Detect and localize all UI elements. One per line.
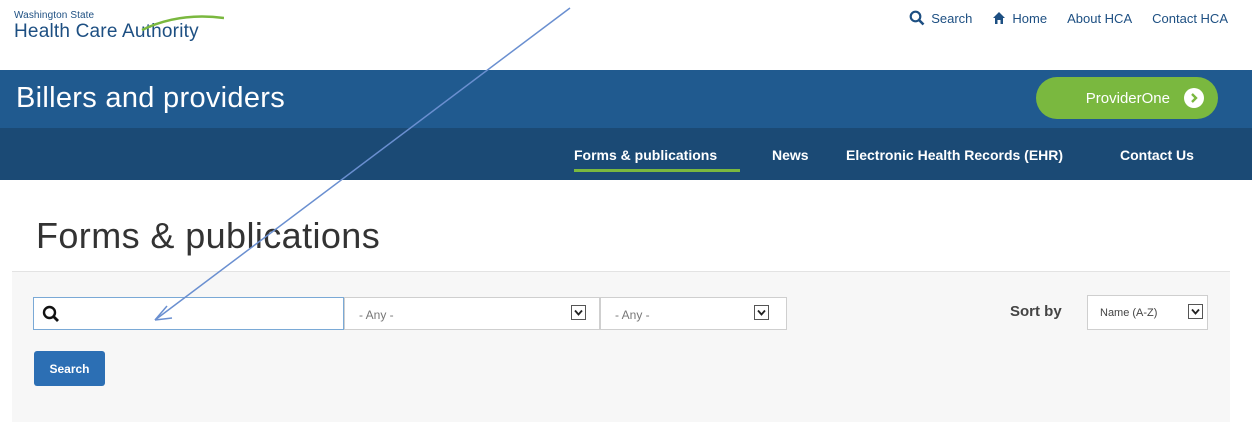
top-bar: Washington State Health Care Authority S… [0,0,1252,70]
nav-news[interactable]: News [772,147,809,163]
utility-about-link[interactable]: About HCA [1067,11,1132,26]
main-nav: Forms & publications News Electronic Hea… [0,128,1252,180]
home-icon [993,12,1006,24]
filter-panel: - Any - - Any - Sort by Name (A-Z) Searc… [12,271,1230,422]
section-header: Billers and providers ProviderOne [0,70,1252,128]
nav-contact-us[interactable]: Contact Us [1120,147,1194,163]
providerone-button[interactable]: ProviderOne [1036,77,1218,119]
utility-search-label: Search [931,10,973,26]
filter-select-2-value: - Any - [615,308,650,322]
utility-nav: Search Home About HCA Contact HCA [889,8,1228,28]
nav-ehr[interactable]: Electronic Health Records (EHR) [846,147,1063,163]
logo-swoosh-icon [141,15,224,32]
search-icon [909,10,925,26]
nav-forms-publications[interactable]: Forms & publications [574,147,717,163]
utility-home-label: Home [1012,10,1048,26]
filter-select-1-value: - Any - [359,308,394,322]
utility-search-link[interactable]: Search [909,10,972,26]
page-title: Forms & publications [36,215,381,256]
chevron-down-icon [754,305,769,320]
chevron-down-icon [571,305,586,320]
hca-logo[interactable]: Washington State Health Care Authority [14,8,224,52]
utility-home-link[interactable]: Home [992,11,1047,26]
sort-select-value: Name (A-Z) [1100,307,1158,319]
filter-select-1[interactable]: - Any - [344,297,600,330]
providerone-label: ProviderOne [1085,89,1170,107]
search-icon [42,305,59,322]
filter-select-2[interactable]: - Any - [600,297,787,330]
search-input[interactable] [33,297,344,330]
utility-contact-link[interactable]: Contact HCA [1152,11,1228,26]
section-title: Billers and providers [16,82,286,114]
chevron-down-icon [1188,304,1203,319]
utility-about-label: About HCA [1067,10,1133,26]
utility-contact-label: Contact HCA [1152,10,1228,26]
content-card: Forms & publications - Any - - Any - Sor… [12,180,1230,422]
sort-select[interactable]: Name (A-Z) [1087,295,1208,330]
search-button[interactable]: Search [34,351,105,386]
nav-active-indicator [574,169,740,172]
arrow-right-circle-icon [1184,88,1204,108]
sort-label: Sort by [1010,303,1062,320]
